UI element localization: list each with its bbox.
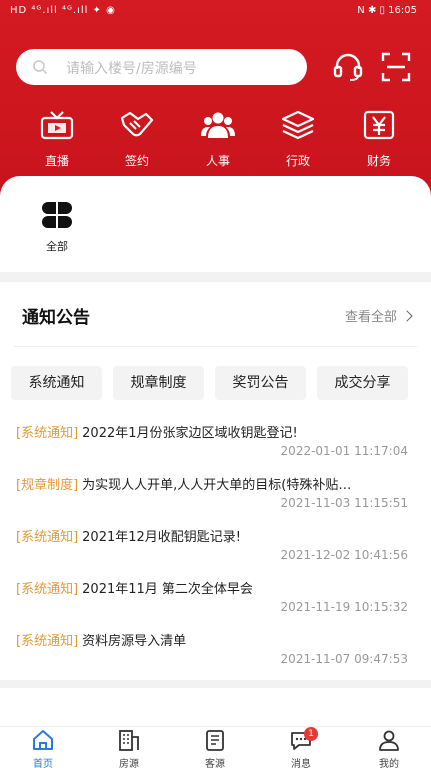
notice-tag: [规章制度] [16,478,79,493]
tab-listings[interactable]: 房源 [104,729,154,768]
headset-icon[interactable] [332,51,364,83]
category-rewards[interactable]: 奖罚公告 [215,366,306,400]
document-icon [206,730,224,751]
section-title: 通知公告 [22,308,90,328]
quick-menu-label: 签约 [124,154,149,168]
home-icon [33,730,53,750]
tab-profile[interactable]: 我的 [364,729,414,768]
category-system-notice[interactable]: 系统通知 [11,366,102,400]
tab-label: 客源 [205,759,225,768]
tv-icon [40,111,74,140]
quick-menu-admin[interactable]: 行政 [268,110,328,169]
all-apps-button[interactable]: 全部 [32,200,82,254]
notice-item[interactable]: [系统通知] 2021年12月收配钥匙记录! 2021-12-02 10:41:5… [16,526,416,562]
building-icon [119,730,139,751]
tab-label: 我的 [379,759,399,768]
divider [14,346,417,347]
notice-tag: [系统通知] [16,530,79,545]
notice-title: 资料房源导入清单 [82,634,187,649]
notice-date: 2021-12-02 10:41:56 [280,548,408,562]
next-section-peek [0,688,431,728]
scan-icon[interactable] [380,51,412,83]
search-input[interactable]: 请输入楼号/房源编号 [16,49,307,85]
quick-menu-live[interactable]: 直播 [27,110,87,169]
user-icon [379,730,399,751]
notice-title: 2021年12月收配钥匙记录! [82,530,241,545]
notice-item[interactable]: [系统通知] 2021年11月 第二次全体早会 2021-11-19 10:15:… [16,578,416,614]
status-left: HD ⁴ᴳ.ıll ⁴ᴳ.ıll ✦ ◉ [10,5,116,16]
category-rules[interactable]: 规章制度 [113,366,204,400]
unread-badge: 1 [304,727,318,741]
notice-tag: [系统通知] [16,634,79,649]
quick-menu-label: 直播 [44,154,69,168]
tab-label: 房源 [119,759,139,768]
notice-section: 通知公告 查看全部 系统通知 规章制度 奖罚公告 成交分享 [系统通知] 2022… [0,282,431,680]
quick-menu-hr[interactable]: 人事 [188,110,248,169]
all-apps-label: 全部 [46,240,68,253]
search-placeholder: 请输入楼号/房源编号 [66,61,197,77]
chevron-right-icon [401,310,413,322]
category-deal-share[interactable]: 成交分享 [317,366,408,400]
quick-menu-label: 行政 [285,154,310,168]
notice-date: 2021-11-19 10:15:32 [280,600,408,614]
quick-menu-label: 财务 [366,154,391,168]
status-bar: HD ⁴ᴳ.ıll ⁴ᴳ.ıll ✦ ◉ N ✱ ▯ 16:05 [0,0,431,24]
tab-label: 首页 [33,759,53,768]
quick-menu-sign[interactable]: 签约 [107,110,167,169]
notice-title: 2021年11月 第二次全体早会 [82,582,253,597]
view-all-link[interactable]: 查看全部 [344,306,413,325]
clover-icon [42,202,72,228]
tab-label: 消息 [291,759,311,768]
handshake-icon [120,111,154,137]
tab-clients[interactable]: 客源 [190,729,240,768]
notice-tag: [系统通知] [16,426,79,441]
notice-date: 2021-11-03 11:15:51 [280,496,408,510]
notice-title: 2022年1月份张家边区域收钥匙登记! [82,426,298,441]
notice-date: 2021-11-07 09:47:53 [280,652,408,666]
notice-date: 2022-01-01 11:17:04 [280,444,408,458]
notice-item[interactable]: [规章制度] 为实现人人开单,人人开大单的目标(特殊补贴… 2021-11-03 … [16,474,416,510]
notice-item[interactable]: [系统通知] 2022年1月份张家边区域收钥匙登记! 2022-01-01 11:… [16,422,416,458]
view-all-label: 查看全部 [344,310,397,325]
status-right: N ✱ ▯ 16:05 [357,5,417,16]
layers-icon [281,110,315,140]
tab-home[interactable]: 首页 [18,729,68,768]
tab-messages[interactable]: 1 消息 [276,727,326,768]
notice-item[interactable]: [系统通知] 资料房源导入清单 2021-11-07 09:47:53 [16,630,416,666]
notice-title: 为实现人人开单,人人开大单的目标(特殊补贴… [82,478,352,493]
people-icon [201,112,235,138]
yen-icon [363,110,395,140]
notice-tag: [系统通知] [16,582,79,597]
quick-menu-finance[interactable]: 财务 [349,110,409,169]
quick-menu-label: 人事 [205,154,230,168]
search-icon [33,60,48,75]
bottom-tab-bar: 首页 房源 客源 1 消息 我的 [0,726,431,768]
